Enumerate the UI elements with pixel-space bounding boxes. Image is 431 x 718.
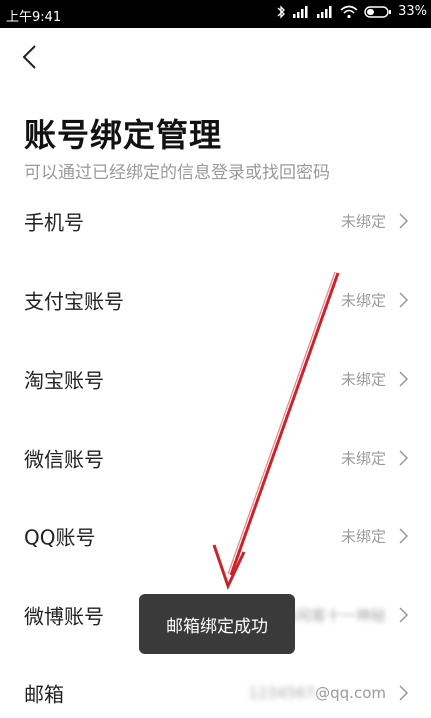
signal-icon xyxy=(293,5,308,18)
chevron-left-icon xyxy=(22,45,36,69)
toast: 邮箱绑定成功 xyxy=(139,594,295,654)
row-status: 休闲客十一神秘 xyxy=(280,606,386,625)
chevron-right-icon xyxy=(399,607,409,623)
row-wechat[interactable]: 微信账号 未绑定 xyxy=(0,433,431,483)
row-label: 支付宝账号 xyxy=(24,289,124,314)
row-status: 未绑定 xyxy=(340,370,386,389)
row-status: 1234567@qq.com xyxy=(248,684,386,702)
bluetooth-icon xyxy=(277,4,286,19)
battery-percent: 33% xyxy=(398,4,427,19)
row-status: 未绑定 xyxy=(340,449,386,468)
row-label: 淘宝账号 xyxy=(24,368,104,393)
chevron-right-icon xyxy=(399,528,409,544)
row-label: 微信账号 xyxy=(24,447,104,472)
email-domain: @qq.com xyxy=(315,684,386,702)
row-taobao[interactable]: 淘宝账号 未绑定 xyxy=(0,354,431,404)
chevron-right-icon xyxy=(399,685,409,701)
row-qq[interactable]: QQ账号 未绑定 xyxy=(0,511,431,561)
row-status: 未绑定 xyxy=(340,527,386,546)
row-email[interactable]: 邮箱 1234567@qq.com xyxy=(0,668,431,718)
email-masked: 1234567 xyxy=(248,684,316,702)
status-time: 上午9:41 xyxy=(6,10,62,25)
page-subtitle: 可以通过已经绑定的信息登录或找回密码 xyxy=(24,163,330,183)
row-status: 未绑定 xyxy=(340,212,386,231)
back-button[interactable] xyxy=(18,40,48,74)
row-phone[interactable]: 手机号 未绑定 xyxy=(0,196,431,246)
battery-icon xyxy=(364,5,392,18)
chevron-right-icon xyxy=(399,371,409,387)
wifi-icon xyxy=(340,5,358,18)
signal-icon-2 xyxy=(317,5,332,18)
status-icons: 33% xyxy=(276,4,427,19)
status-bar: 上午9:41 33% xyxy=(0,0,431,28)
row-label: 邮箱 xyxy=(24,682,64,707)
row-label: QQ账号 xyxy=(24,525,96,550)
row-status: 未绑定 xyxy=(340,291,386,310)
page-title: 账号绑定管理 xyxy=(24,116,223,154)
row-label: 微博账号 xyxy=(24,604,104,629)
row-alipay[interactable]: 支付宝账号 未绑定 xyxy=(0,275,431,325)
chevron-right-icon xyxy=(399,450,409,466)
chevron-right-icon xyxy=(399,213,409,229)
row-label: 手机号 xyxy=(24,210,84,235)
chevron-right-icon xyxy=(399,292,409,308)
